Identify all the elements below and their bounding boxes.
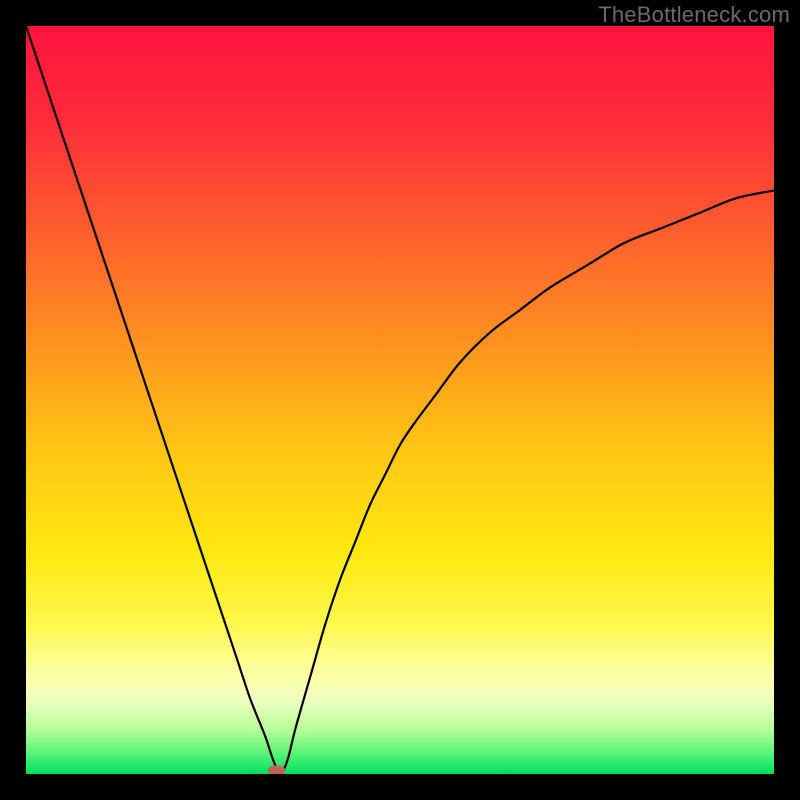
watermark-text: TheBottleneck.com (598, 2, 790, 28)
chart-frame: TheBottleneck.com (0, 0, 800, 800)
bottleneck-curve-plot (26, 26, 774, 774)
plot-area (26, 26, 774, 774)
gradient-background (26, 26, 774, 774)
